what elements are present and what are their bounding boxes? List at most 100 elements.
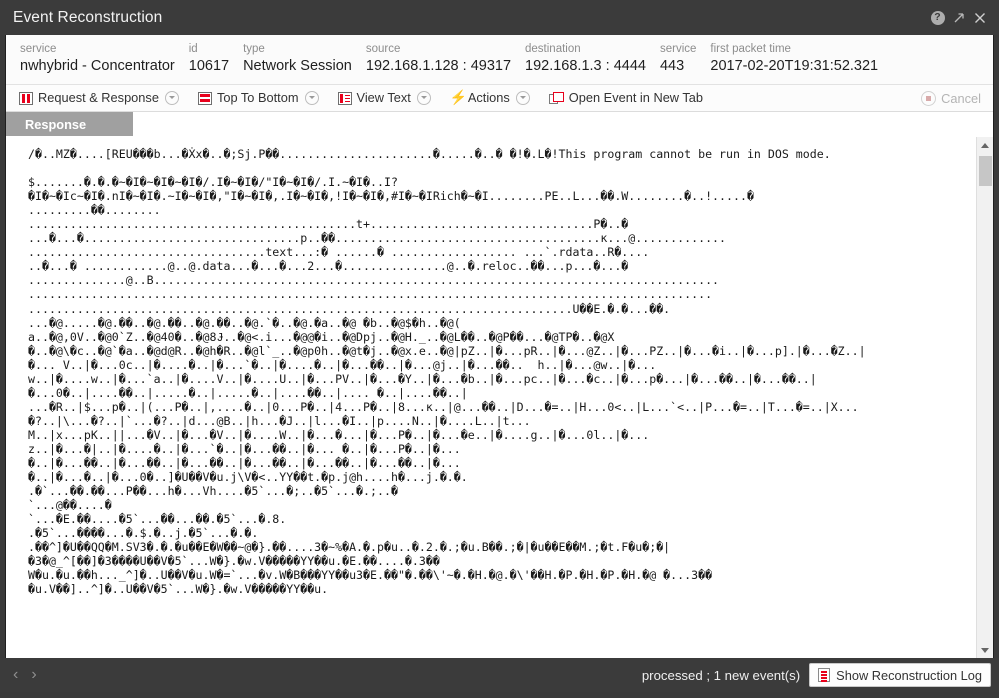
vertical-scrollbar[interactable] — [976, 137, 993, 658]
chevron-down-icon[interactable] — [417, 91, 431, 105]
payload-line: �..|�...��..|�...��..|�...��..|�...��..|… — [28, 456, 976, 470]
cancel-button: Cancel — [921, 91, 981, 106]
toolbar-item-request-response[interactable]: Request & Response — [19, 91, 179, 105]
meta-value: 192.168.1.128 : 49317 — [366, 57, 511, 76]
reconstruction-pane: /�..MZ�....[REU���b...�Ẋx�..�;Sj.P��....… — [6, 137, 993, 658]
previous-event-arrow[interactable]: ‹ — [13, 667, 18, 683]
scroll-up-arrow[interactable] — [977, 137, 994, 153]
payload-line: $.......�.�.�~�I�~�I�~�I�/.I�~�I�/"I�~�I… — [28, 175, 976, 189]
payload-line: M..|x...pK..||...�V..|�...�V..|�....W..|… — [28, 428, 976, 442]
toolbar-item-open-event-in-new-tab[interactable]: Open Event in New Tab — [549, 92, 703, 105]
payload-line: .��^]�U��QQ�M.SV3�.�.�u��E�W��~@�}.��...… — [28, 540, 976, 554]
payload-line: ...�...�...............................p… — [28, 231, 976, 245]
close-icon[interactable] — [971, 9, 988, 26]
payload-line: �..|�...�..|�...0�..]�U��V�u.j\V�<..YY��… — [28, 470, 976, 484]
top-to-bottom-icon — [198, 92, 212, 105]
payload-line: ..�...� ............@..@.data...�...�...… — [28, 259, 976, 273]
scrollbar-thumb[interactable] — [979, 156, 992, 186]
window-titlebar: Event Reconstruction ? — [0, 0, 999, 35]
payload-line: a..�@,0V..�@0`Z..�@40�..�@8Ɉ..�@<.i...�@… — [28, 330, 976, 344]
toolbar-label: View Text — [357, 92, 411, 105]
event-card: service nwhybrid - Concentrator id 10617… — [5, 35, 994, 658]
payload-line: ..............@..B......................… — [28, 273, 976, 287]
meta-label: first packet time — [710, 42, 878, 57]
cancel-label: Cancel — [941, 91, 981, 106]
event-reconstruction-window: Event Reconstruction ? service nw — [0, 0, 999, 698]
toolbar-label: Request & Response — [38, 92, 159, 105]
payload-content[interactable]: /�..MZ�....[REU���b...�Ẋx�..�;Sj.P��....… — [6, 137, 976, 658]
reconstruction-tabstrip: Response — [6, 112, 993, 137]
payload-line: �u.V��]..^]�..U��V�5`...W�}.�w.V�����YY�… — [28, 582, 976, 596]
payload-line: �3�@_^[��]�3����U��V�5`...W�}.�w.V�����Y… — [28, 554, 976, 568]
payload-line: W�u.�u.��h..._^]�..U��V�u.W�=`...�v.W�B�… — [28, 568, 976, 582]
meta-value: 443 — [660, 57, 696, 76]
meta-field-id: id 10617 — [189, 42, 243, 76]
meta-value: 2017-02-20T19:31:52.321 — [710, 57, 878, 76]
status-text: processed ; 1 new event(s) — [642, 668, 800, 683]
meta-field-destination: destination 192.168.1.3 : 4444 — [525, 42, 660, 76]
log-icon — [818, 668, 830, 682]
meta-field-service-port: service 443 — [660, 42, 710, 76]
meta-value: 10617 — [189, 57, 229, 76]
chevron-down-icon[interactable] — [165, 91, 179, 105]
payload-line: `...@��....� — [28, 498, 976, 512]
help-icon[interactable]: ? — [929, 9, 946, 26]
payload-line: �?..|\...�?..|`...�?..|d...@B..|h...�J..… — [28, 414, 976, 428]
payload-line: ........................................… — [28, 302, 976, 316]
chevron-down-icon[interactable] — [516, 91, 530, 105]
next-event-arrow[interactable]: › — [31, 667, 36, 683]
maximize-icon[interactable] — [950, 9, 967, 26]
view-text-icon — [338, 92, 352, 105]
toolbar-label: Open Event in New Tab — [569, 92, 703, 105]
payload-line: ........................................… — [28, 287, 976, 301]
meta-value: nwhybrid - Concentrator — [20, 57, 175, 76]
show-reconstruction-log-button[interactable]: Show Reconstruction Log — [809, 663, 991, 687]
payload-line: �... V..|�...0c..|�....�..|�...`�..|�...… — [28, 358, 976, 372]
chevron-down-icon[interactable] — [305, 91, 319, 105]
show-reconstruction-log-label: Show Reconstruction Log — [836, 668, 982, 683]
meta-label: destination — [525, 42, 646, 57]
toolbar-item-top-to-bottom[interactable]: Top To Bottom — [198, 91, 319, 105]
open-new-tab-icon — [549, 92, 564, 105]
window-bottom-edge — [0, 692, 999, 698]
payload-line: .�`...��.��...P��...h�...Vh....�5`...�;.… — [28, 484, 976, 498]
payload-line: �..�@\�c..�@`�a..�@d@R..�@h�R..�@l`_..�@… — [28, 344, 976, 358]
tab-label: Response — [25, 117, 86, 132]
payload-line — [28, 161, 976, 175]
window-controls: ? — [929, 9, 991, 26]
meta-label: service — [20, 42, 175, 57]
cancel-icon — [921, 91, 936, 106]
payload-line: `...�E.��....�5`...��...��.�5`...�.8. — [28, 512, 976, 526]
meta-field-first-packet-time: first packet time 2017-02-20T19:31:52.32… — [710, 42, 892, 76]
payload-dump: /�..MZ�....[REU���b...�Ẋx�..�;Sj.P��....… — [28, 147, 976, 597]
payload-line: z..|�...�|..|�....�..|�...`�..|�...��..|… — [28, 442, 976, 456]
reconstruction-toolbar: Request & Response Top To Bottom View Te… — [6, 85, 993, 112]
meta-field-type: type Network Session — [243, 42, 366, 76]
scroll-down-arrow[interactable] — [977, 642, 994, 658]
toolbar-item-view-text[interactable]: View Text — [338, 91, 431, 105]
toolbar-item-actions[interactable]: ⚡ Actions — [450, 91, 530, 105]
meta-value: Network Session — [243, 57, 352, 76]
payload-line: .�5`...����...�.$.�..j.�5`...�.�. — [28, 526, 976, 540]
meta-field-service: service nwhybrid - Concentrator — [20, 42, 189, 76]
help-icon-glyph: ? — [931, 11, 945, 25]
event-navigation: ‹ › — [13, 667, 37, 683]
payload-line: ...�R..|$...p�..|(...P�..|,....�..|0...P… — [28, 400, 976, 414]
payload-line: ..................................text..… — [28, 245, 976, 259]
event-meta-row: service nwhybrid - Concentrator id 10617… — [6, 35, 993, 85]
payload-line: ........................................… — [28, 217, 976, 231]
tab-response[interactable]: Response — [6, 112, 133, 136]
payload-line: �...0�..|....��..|.....�..|.....�..|....… — [28, 386, 976, 400]
payload-line: w..|�....w..|�...`a..|�....V..|�....U..|… — [28, 372, 976, 386]
window-bottombar: ‹ › processed ; 1 new event(s) Show Reco… — [0, 658, 999, 692]
request-response-icon — [19, 92, 33, 105]
actions-lightning-icon: ⚡ — [450, 91, 463, 105]
meta-label: source — [366, 42, 511, 57]
scrollbar-track[interactable] — [977, 153, 994, 642]
toolbar-label: Top To Bottom — [217, 92, 299, 105]
toolbar-label: Actions — [468, 92, 510, 105]
payload-line: /�..MZ�....[REU���b...�Ẋx�..�;Sj.P��....… — [28, 147, 976, 161]
window-title: Event Reconstruction — [13, 9, 162, 27]
payload-line: �I�~�Ic~�I�.nI�~�I�.~I�~�I�,"I�~�I�,.I�~… — [28, 189, 976, 203]
meta-value: 192.168.1.3 : 4444 — [525, 57, 646, 76]
